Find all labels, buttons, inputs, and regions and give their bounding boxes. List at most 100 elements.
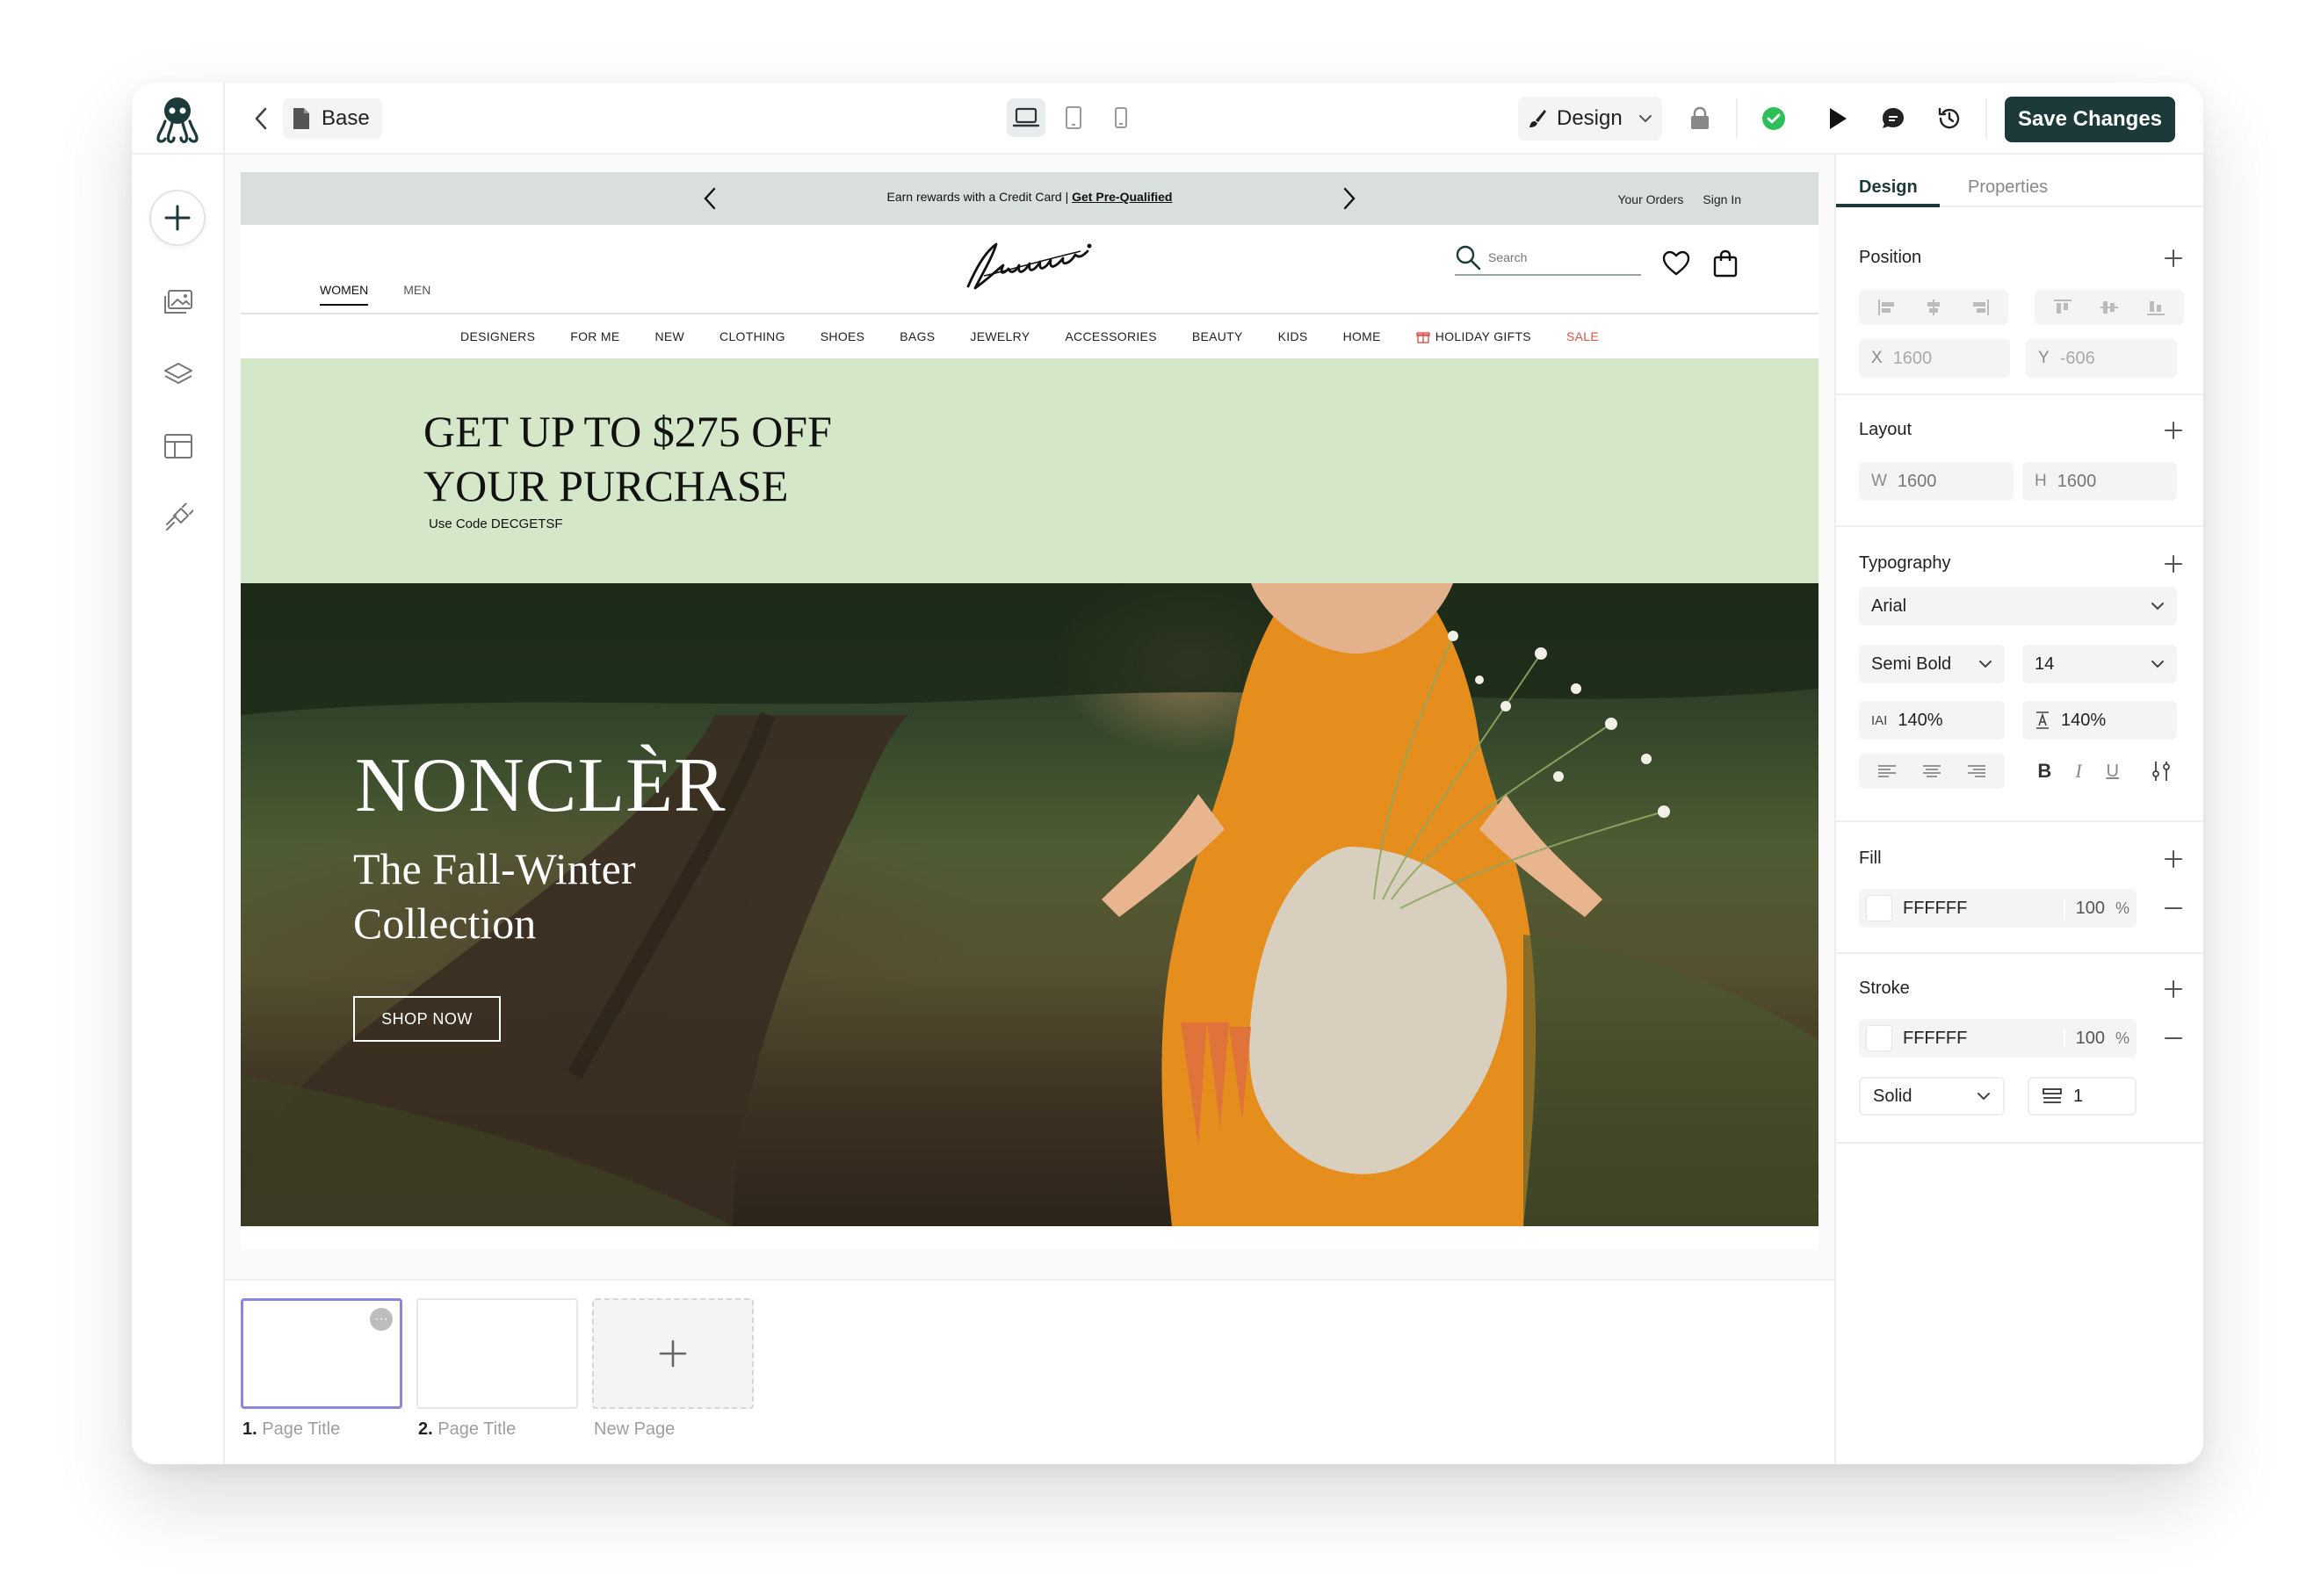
fill-add-button[interactable] [2161,847,2186,871]
media-button[interactable] [161,285,196,320]
nav-beauty[interactable]: BEAUTY [1192,329,1243,343]
text-align-center-button[interactable] [1914,755,1949,787]
brand-logo-icon[interactable] [958,235,1098,297]
nav-shoes[interactable]: SHOES [821,329,865,343]
layout-add-button[interactable] [2161,418,2186,443]
nav-sale[interactable]: SALE [1566,329,1599,343]
text-settings-button[interactable] [2144,755,2179,787]
fill-hex-value: FFFFFF [1903,898,1968,918]
font-family-select[interactable]: Arial [1859,587,2177,625]
nav-holiday-gifts[interactable]: HOLIDAY GIFTS [1416,329,1531,343]
text-align-right-button[interactable] [1959,755,1994,787]
your-orders-link[interactable]: Your Orders [1617,192,1683,206]
tab-men[interactable]: MEN [403,283,430,306]
layout-section: Layout W 1600 H 1600 [1836,395,2203,527]
status-ok-button[interactable] [1755,100,1792,137]
line-height-icon [2036,711,2049,729]
line-height-field[interactable]: 140% [2022,701,2177,740]
page-thumb-1[interactable]: ··· [241,1298,402,1409]
website-preview[interactable]: Earn rewards with a Credit Card | Get Pr… [241,172,1818,1249]
hero-subtitle-line-1: The Fall-Winter [353,844,636,893]
more-options-icon[interactable]: ··· [370,1308,393,1331]
lock-button[interactable] [1681,100,1718,137]
italic-button[interactable]: I [2062,755,2096,787]
tab-properties[interactable]: Properties [1968,177,2048,198]
position-add-button[interactable] [2161,246,2186,271]
y-field[interactable]: Y -606 [2026,339,2177,378]
align-right-icon [1972,300,1989,315]
sliders-icon [2152,762,2170,781]
align-middle-button[interactable] [2092,292,2127,323]
letter-spacing-field[interactable]: IAI 140% [1859,701,2005,740]
tablet-view-button[interactable] [1054,98,1093,137]
y-label: Y [2038,349,2050,367]
nav-jewelry[interactable]: JEWELRY [970,329,1030,343]
stroke-add-button[interactable] [2161,977,2186,1001]
typography-add-button[interactable] [2161,552,2186,576]
save-changes-button[interactable]: Save Changes [2005,97,2175,142]
nav-designers[interactable]: DESIGNERS [460,329,535,343]
app-logo[interactable] [132,83,225,155]
align-top-button[interactable] [2045,292,2080,323]
align-left-button[interactable] [1869,292,1905,323]
width-field[interactable]: W 1600 [1859,462,2014,501]
nav-new[interactable]: NEW [654,329,684,343]
text-align-left-button[interactable] [1869,755,1905,787]
desktop-view-button[interactable] [1007,98,1045,137]
bag-button[interactable] [1708,246,1743,281]
preview-button[interactable] [1818,100,1855,137]
templates-button[interactable] [161,429,196,464]
stroke-width-field[interactable]: 1 [2028,1077,2137,1116]
pre-qualified-link[interactable]: Get Pre-Qualified [1072,190,1172,204]
x-field[interactable]: X 1600 [1859,339,2010,378]
plugins-button[interactable] [161,501,196,536]
promo-next-button[interactable] [1335,184,1363,213]
nav-home[interactable]: HOME [1343,329,1381,343]
align-bottom-button[interactable] [2138,292,2173,323]
nav-clothing[interactable]: CLOTHING [719,329,785,343]
stroke-style-select[interactable]: Solid [1859,1077,2005,1116]
new-page-button[interactable] [592,1298,754,1409]
stroke-remove-button[interactable] [2161,1026,2186,1051]
history-button[interactable] [1931,100,1968,137]
nav-kids[interactable]: KIDS [1278,329,1308,343]
align-right-button[interactable] [1963,292,1998,323]
fill-color-swatch[interactable] [1866,895,1892,921]
bold-button[interactable]: B [2028,755,2062,787]
site-search-input[interactable] [1488,250,1629,264]
align-center-h-button[interactable] [1916,292,1951,323]
nav-accessories[interactable]: ACCESSORIES [1065,329,1156,343]
underline-button[interactable]: U [2095,755,2129,787]
stroke-color-field[interactable]: FFFFFF 100 % [1859,1019,2137,1058]
tab-design[interactable]: Design [1859,177,1918,198]
back-button[interactable] [244,102,278,135]
fill-color-field[interactable]: FFFFFF 100 % [1859,889,2137,928]
font-size-select[interactable]: 14 [2022,645,2177,683]
add-element-button[interactable] [149,190,206,246]
mobile-view-button[interactable] [1102,98,1140,137]
page-title: Page Title [437,1419,517,1439]
site-search[interactable] [1455,241,1641,276]
promo-banner[interactable]: GET UP TO $275 OFF YOUR PURCHASE Use Cod… [241,358,1818,583]
canvas-area[interactable]: Earn rewards with a Credit Card | Get Pr… [225,155,1834,1281]
document-chip[interactable]: Base [283,98,382,139]
x-label: X [1871,349,1883,367]
mode-select[interactable]: Design [1518,97,1662,141]
wishlist-button[interactable] [1659,246,1694,281]
height-field[interactable]: H 1600 [2022,462,2177,501]
sign-in-link[interactable]: Sign In [1703,192,1741,206]
shop-now-button[interactable]: SHOP NOW [353,996,501,1042]
font-weight-select[interactable]: Semi Bold [1859,645,2005,683]
typography-title: Typography [1859,553,1951,573]
layers-button[interactable] [161,357,196,392]
fill-remove-button[interactable] [2161,896,2186,921]
width-value: 1600 [1897,471,1937,491]
stroke-color-swatch[interactable] [1866,1025,1892,1051]
nav-bags[interactable]: BAGS [900,329,935,343]
nav-for-me[interactable]: FOR ME [570,329,619,343]
tab-women[interactable]: WOMEN [320,283,369,306]
comments-button[interactable] [1875,100,1912,137]
page-thumb-2[interactable] [416,1298,578,1409]
x-value: 1600 [1892,348,1933,368]
hero-section[interactable]: NONCLÈR The Fall-Winter Collection SHOP … [241,583,1818,1226]
